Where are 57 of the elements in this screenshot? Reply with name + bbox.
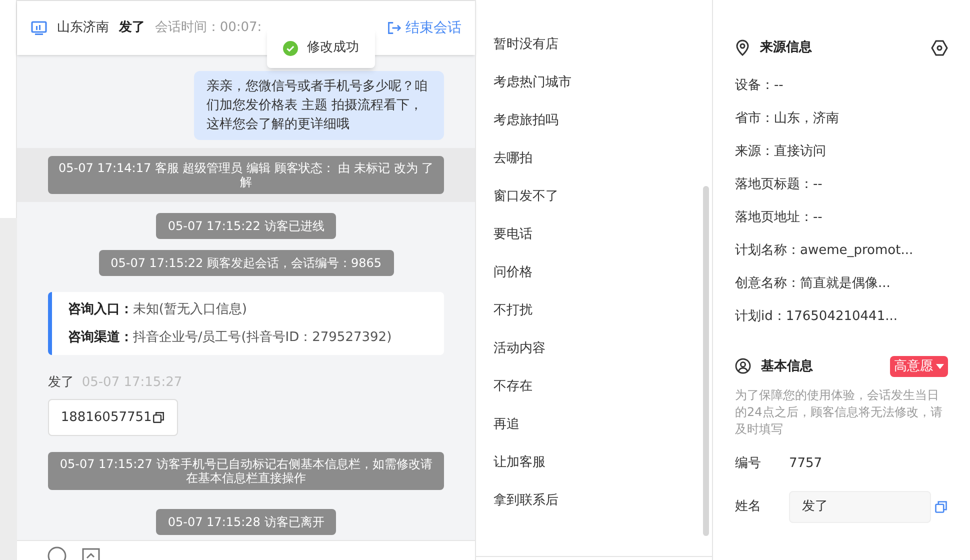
quick-reply-item[interactable]: 要电话	[493, 225, 703, 244]
user-icon	[734, 358, 751, 374]
quick-reply-item[interactable]: 考虑热门城市	[493, 73, 703, 92]
info-value: 未知(暂无入口信息)	[132, 301, 247, 319]
info-label: 咨询入口：	[68, 300, 133, 319]
source-field: 省市：山东，济南	[734, 108, 948, 128]
image-icon[interactable]	[80, 546, 101, 560]
scrollbar-thumb[interactable]	[702, 186, 709, 536]
source-field: 落地页标题：--	[734, 174, 948, 194]
system-message: 05-07 17:14:17 客服 超级管理员 编辑 顾客状态： 由 未标记 改为 了解	[48, 156, 444, 194]
visitor-name: 发了	[48, 374, 74, 392]
quick-reply-item[interactable]: 活动内容	[493, 339, 703, 358]
section-title: 来源信息	[760, 39, 812, 57]
intent-tag[interactable]: 高意愿	[890, 356, 948, 377]
quick-reply-item[interactable]: 去哪拍	[493, 149, 703, 168]
source-field: 设备：--	[734, 76, 948, 94]
quick-reply-item[interactable]: 让加客服	[493, 453, 703, 472]
source-field: 计划id：176504210441...	[734, 306, 948, 326]
source-field: 计划名称：aweme_promot...	[734, 240, 948, 260]
location-pin-icon	[734, 39, 750, 56]
system-message: 05-07 17:15:28 访客已离开	[156, 509, 336, 535]
source-field: 创意名称：简直就是偶像...	[734, 274, 948, 292]
quick-reply-item[interactable]: 暂时没有店	[493, 35, 703, 54]
source-field: 来源：直接访问	[734, 142, 948, 160]
copy-icon[interactable]	[152, 410, 165, 424]
name-input-field[interactable]: 发了	[788, 490, 931, 522]
session-time: 会话时间：00:07:	[154, 19, 262, 38]
quick-reply-item[interactable]: 不存在	[493, 377, 703, 396]
info-label: 咨询渠道：	[68, 328, 133, 346]
quick-reply-item[interactable]: 问价格	[493, 263, 703, 282]
field-label: 姓名	[734, 498, 762, 516]
system-message: 05-07 17:15:22 顾客发起会话，会话编号：9865	[98, 250, 394, 276]
message-time: 05-07 17:15:27	[82, 374, 182, 392]
check-circle-icon	[283, 40, 298, 56]
caret-icon	[936, 364, 944, 369]
field-label: 编号	[734, 455, 762, 473]
agent-message-bubble: 亲亲，您微信号或者手机号多少呢？咱们加您发价格表 主题 拍摄流程看下，这样您会了解的更详细哦	[194, 71, 444, 140]
info-value: 抖音企业号/员工号(抖音号ID：279527392)	[132, 328, 392, 346]
system-message: 05-07 17:15:22 访客已进线	[156, 213, 336, 239]
system-message: 05-07 17:15:27 访客手机号已自动标记右侧基本信息栏，如需修改请在基本信息栏直接操作	[48, 452, 444, 490]
field-value: 7757	[788, 455, 822, 473]
exit-icon	[387, 21, 402, 35]
toast-message: 修改成功	[307, 39, 359, 58]
visitor-location: 山东济南	[56, 19, 109, 38]
source-field: 落地页地址：--	[734, 208, 948, 226]
phone-number: 18816057751	[60, 408, 152, 426]
settings-icon[interactable]	[930, 40, 948, 56]
quick-reply-item[interactable]: 窗口发不了	[493, 187, 703, 206]
quick-reply-item[interactable]: 再追	[493, 415, 703, 434]
quick-reply-item[interactable]: 拿到联系后	[493, 491, 703, 510]
quick-reply-item[interactable]: 考虑旅拍吗	[493, 111, 703, 130]
visitor-name: 发了	[118, 19, 145, 38]
emoji-icon[interactable]	[46, 546, 67, 560]
notice-text: 为了保障您的使用体验，会话发生当日的24点之后，顾客信息将无法修改，请及时填写	[734, 387, 944, 438]
monitor-icon	[30, 20, 47, 36]
section-title: 基本信息	[760, 358, 813, 376]
quick-reply-item[interactable]: 不打扰	[493, 301, 703, 320]
